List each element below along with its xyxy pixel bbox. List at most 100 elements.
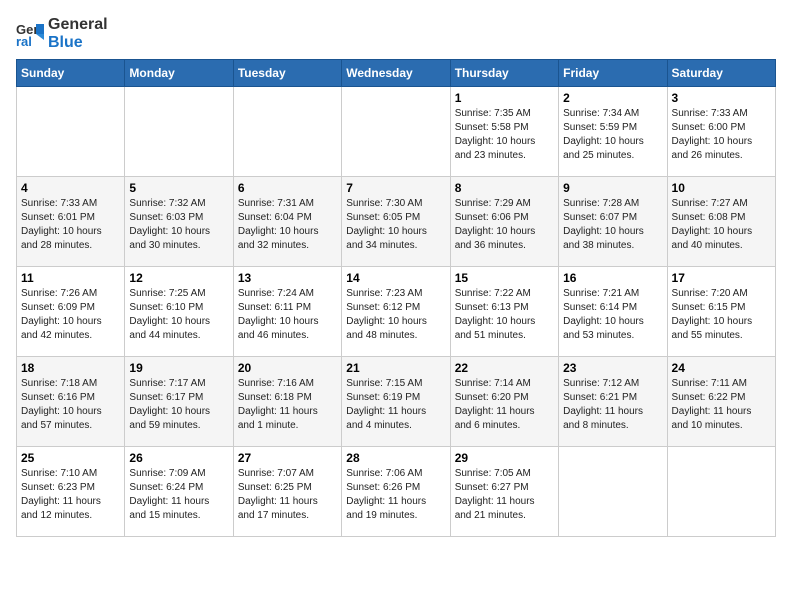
day-info: Sunrise: 7:33 AMSunset: 6:01 PMDaylight:… xyxy=(21,197,120,253)
day-info: Sunrise: 7:32 AMSunset: 6:03 PMDaylight:… xyxy=(129,197,228,253)
day-number: 4 xyxy=(21,181,120,195)
calendar-cell: 12 Sunrise: 7:25 AMSunset: 6:10 PMDayligh… xyxy=(125,267,233,357)
day-info: Sunrise: 7:29 AMSunset: 6:06 PMDaylight:… xyxy=(455,197,554,253)
calendar-cell: 3Sunrise: 7:33 AMSunset: 6:00 PMDaylight… xyxy=(667,87,775,177)
calendar-cell xyxy=(125,87,233,177)
weekday-header-sunday: Sunday xyxy=(17,60,125,87)
calendar-week-3: 11Sunrise: 7:26 AMSunset: 6:09 PMDayligh… xyxy=(17,267,776,357)
day-number: 28 xyxy=(346,451,445,465)
day-number: 7 xyxy=(346,181,445,195)
day-number: 5 xyxy=(129,181,228,195)
page-header: Gene ral General Blue xyxy=(16,16,776,51)
day-number: 27 xyxy=(238,451,337,465)
calendar-cell: 24 Sunrise: 7:11 AMSunset: 6:22 PMDayligh… xyxy=(667,357,775,447)
logo-text-general: General xyxy=(48,16,108,34)
day-number: 9 xyxy=(563,181,662,195)
day-number: 21 xyxy=(346,361,445,375)
calendar-cell: 8 Sunrise: 7:29 AMSunset: 6:06 PMDaylight… xyxy=(450,177,558,267)
calendar-cell: 28 Sunrise: 7:06 AMSunset: 6:26 PMDayligh… xyxy=(342,447,450,537)
logo-icon: Gene ral xyxy=(16,20,44,48)
day-info: Sunrise: 7:17 AMSunset: 6:17 PMDaylight:… xyxy=(129,377,228,433)
calendar-cell: 19 Sunrise: 7:17 AMSunset: 6:17 PMDayligh… xyxy=(125,357,233,447)
day-info: Sunrise: 7:12 AMSunset: 6:21 PMDaylight:… xyxy=(563,377,662,433)
calendar-cell: 22 Sunrise: 7:14 AMSunset: 6:20 PMDayligh… xyxy=(450,357,558,447)
day-number: 10 xyxy=(672,181,771,195)
calendar-cell: 13 Sunrise: 7:24 AMSunset: 6:11 PMDayligh… xyxy=(233,267,341,357)
day-number: 12 xyxy=(129,271,228,285)
calendar-cell: 26Sunrise: 7:09 AMSunset: 6:24 PMDayligh… xyxy=(125,447,233,537)
calendar-cell: 16Sunrise: 7:21 AMSunset: 6:14 PMDayligh… xyxy=(559,267,667,357)
calendar-week-1: 1Sunrise: 7:35 AMSunset: 5:58 PMDaylight… xyxy=(17,87,776,177)
day-info: Sunrise: 7:31 AMSunset: 6:04 PMDaylight:… xyxy=(238,197,337,253)
calendar-cell xyxy=(667,447,775,537)
day-info: Sunrise: 7:22 AMSunset: 6:13 PMDaylight:… xyxy=(455,287,554,343)
calendar-cell: 7 Sunrise: 7:30 AMSunset: 6:05 PMDaylight… xyxy=(342,177,450,267)
day-number: 24 xyxy=(672,361,771,375)
day-number: 25 xyxy=(21,451,120,465)
day-number: 23 xyxy=(563,361,662,375)
day-number: 11 xyxy=(21,271,120,285)
calendar-body: 1Sunrise: 7:35 AMSunset: 5:58 PMDaylight… xyxy=(17,87,776,537)
calendar-cell: 1Sunrise: 7:35 AMSunset: 5:58 PMDaylight… xyxy=(450,87,558,177)
day-number: 8 xyxy=(455,181,554,195)
day-info: Sunrise: 7:14 AMSunset: 6:20 PMDaylight:… xyxy=(455,377,554,433)
day-number: 17 xyxy=(672,271,771,285)
day-info: Sunrise: 7:23 AMSunset: 6:12 PMDaylight:… xyxy=(346,287,445,343)
weekday-header-thursday: Thursday xyxy=(450,60,558,87)
day-info: Sunrise: 7:06 AMSunset: 6:26 PMDaylight:… xyxy=(346,467,445,523)
svg-text:ral: ral xyxy=(16,34,32,48)
logo-text-blue: Blue xyxy=(48,34,108,52)
calendar-cell xyxy=(17,87,125,177)
day-info: Sunrise: 7:18 AMSunset: 6:16 PMDaylight:… xyxy=(21,377,120,433)
calendar-cell: 4 Sunrise: 7:33 AMSunset: 6:01 PMDaylight… xyxy=(17,177,125,267)
day-number: 19 xyxy=(129,361,228,375)
day-info: Sunrise: 7:25 AMSunset: 6:10 PMDaylight:… xyxy=(129,287,228,343)
logo: Gene ral General Blue xyxy=(16,16,108,51)
calendar-week-5: 25Sunrise: 7:10 AMSunset: 6:23 PMDayligh… xyxy=(17,447,776,537)
calendar-cell: 23 Sunrise: 7:12 AMSunset: 6:21 PMDayligh… xyxy=(559,357,667,447)
calendar-cell: 21 Sunrise: 7:15 AMSunset: 6:19 PMDayligh… xyxy=(342,357,450,447)
day-info: Sunrise: 7:20 AMSunset: 6:15 PMDaylight:… xyxy=(672,287,771,343)
calendar-cell xyxy=(233,87,341,177)
weekday-header-friday: Friday xyxy=(559,60,667,87)
calendar-cell: 29Sunrise: 7:05 AMSunset: 6:27 PMDayligh… xyxy=(450,447,558,537)
day-info: Sunrise: 7:28 AMSunset: 6:07 PMDaylight:… xyxy=(563,197,662,253)
day-info: Sunrise: 7:27 AMSunset: 6:08 PMDaylight:… xyxy=(672,197,771,253)
day-info: Sunrise: 7:21 AMSunset: 6:14 PMDaylight:… xyxy=(563,287,662,343)
day-info: Sunrise: 7:09 AMSunset: 6:24 PMDaylight:… xyxy=(129,467,228,523)
day-info: Sunrise: 7:15 AMSunset: 6:19 PMDaylight:… xyxy=(346,377,445,433)
calendar-cell: 14 Sunrise: 7:23 AMSunset: 6:12 PMDayligh… xyxy=(342,267,450,357)
day-info: Sunrise: 7:11 AMSunset: 6:22 PMDaylight:… xyxy=(672,377,771,433)
day-info: Sunrise: 7:30 AMSunset: 6:05 PMDaylight:… xyxy=(346,197,445,253)
day-number: 15 xyxy=(455,271,554,285)
calendar-cell: 18 Sunrise: 7:18 AMSunset: 6:16 PMDayligh… xyxy=(17,357,125,447)
calendar-cell: 25Sunrise: 7:10 AMSunset: 6:23 PMDayligh… xyxy=(17,447,125,537)
day-number: 14 xyxy=(346,271,445,285)
calendar-cell: 9 Sunrise: 7:28 AMSunset: 6:07 PMDaylight… xyxy=(559,177,667,267)
calendar-cell: 20Sunrise: 7:16 AMSunset: 6:18 PMDayligh… xyxy=(233,357,341,447)
day-number: 29 xyxy=(455,451,554,465)
calendar-cell xyxy=(559,447,667,537)
weekday-header-saturday: Saturday xyxy=(667,60,775,87)
day-info: Sunrise: 7:24 AMSunset: 6:11 PMDaylight:… xyxy=(238,287,337,343)
day-number: 13 xyxy=(238,271,337,285)
day-info: Sunrise: 7:34 AMSunset: 5:59 PMDaylight:… xyxy=(563,107,662,163)
calendar-header-row: SundayMondayTuesdayWednesdayThursdayFrid… xyxy=(17,60,776,87)
calendar-cell: 17 Sunrise: 7:20 AMSunset: 6:15 PMDayligh… xyxy=(667,267,775,357)
calendar-cell: 2 Sunrise: 7:34 AMSunset: 5:59 PMDaylight… xyxy=(559,87,667,177)
calendar-table: SundayMondayTuesdayWednesdayThursdayFrid… xyxy=(16,59,776,537)
day-number: 1 xyxy=(455,91,554,105)
calendar-cell: 6Sunrise: 7:31 AMSunset: 6:04 PMDaylight… xyxy=(233,177,341,267)
weekday-header-wednesday: Wednesday xyxy=(342,60,450,87)
day-info: Sunrise: 7:16 AMSunset: 6:18 PMDaylight:… xyxy=(238,377,337,433)
day-number: 22 xyxy=(455,361,554,375)
day-number: 2 xyxy=(563,91,662,105)
day-number: 3 xyxy=(672,91,771,105)
weekday-header-tuesday: Tuesday xyxy=(233,60,341,87)
day-number: 18 xyxy=(21,361,120,375)
calendar-cell: 27 Sunrise: 7:07 AMSunset: 6:25 PMDayligh… xyxy=(233,447,341,537)
day-info: Sunrise: 7:07 AMSunset: 6:25 PMDaylight:… xyxy=(238,467,337,523)
calendar-week-4: 18 Sunrise: 7:18 AMSunset: 6:16 PMDayligh… xyxy=(17,357,776,447)
calendar-cell: 5 Sunrise: 7:32 AMSunset: 6:03 PMDaylight… xyxy=(125,177,233,267)
calendar-cell: 11Sunrise: 7:26 AMSunset: 6:09 PMDayligh… xyxy=(17,267,125,357)
